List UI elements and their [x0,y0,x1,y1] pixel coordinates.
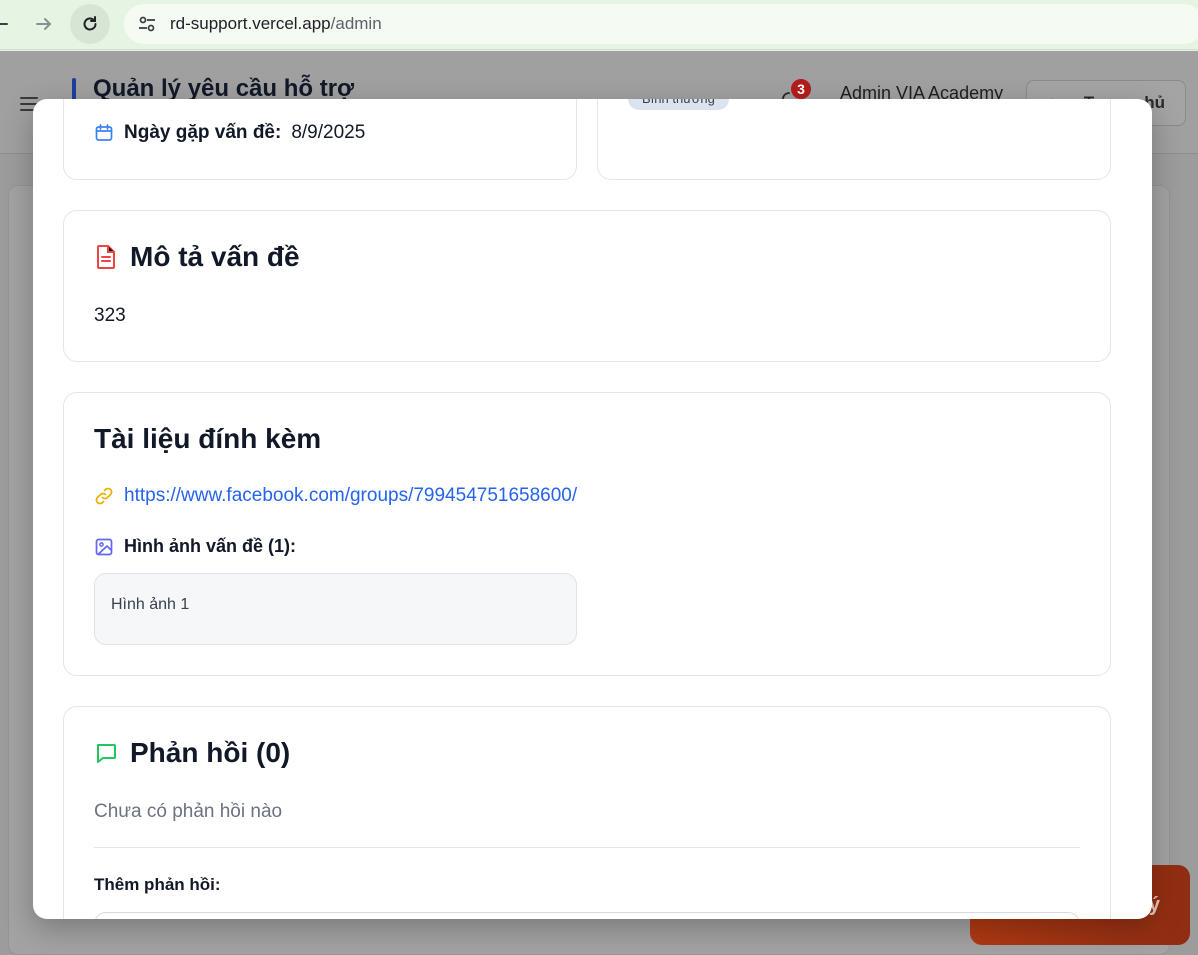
file-text-icon [97,245,115,269]
date-row: Ngày gặp vấn đề: 8/9/2025 [94,122,365,144]
priority-badge: Bình thường [628,99,729,110]
date-label: Ngày gặp vấn đề: [124,122,282,143]
replies-card: Phản hồi (0) Chưa có phản hồi nào Thêm p… [63,706,1111,919]
divider [94,847,1080,848]
url-path: /admin [330,14,382,33]
replies-empty-text: Chưa có phản hồi nào [94,801,283,822]
reply-textarea[interactable] [94,912,1080,919]
attachments-heading: Tài liệu đính kèm [94,423,322,454]
images-row: Hình ảnh vấn đề (1): [94,536,296,557]
address-bar[interactable]: rd-support.vercel.app/admin [124,4,1198,44]
replies-heading: Phản hồi (0) [94,737,290,769]
replies-heading-text: Phản hồi (0) [130,737,291,768]
attachment-link[interactable]: https://www.facebook.com/groups/79945475… [124,485,577,507]
images-label: Hình ảnh vấn đề (1): [124,536,297,556]
image-attachment-item[interactable]: Hình ảnh 1 [94,573,577,645]
reload-icon[interactable] [70,4,110,44]
site-settings-icon[interactable] [136,13,158,35]
description-text: 323 [94,305,126,326]
add-reply-label: Thêm phản hồi: [94,875,221,894]
chat-icon [96,744,116,763]
attachments-card: Tài liệu đính kèm https://www.facebook.c… [63,392,1111,676]
description-heading-text: Mô tả vấn đề [130,241,300,272]
image-icon [95,538,113,555]
description-heading: Mô tả vấn đề [94,241,300,273]
browser-toolbar: rd-support.vercel.app/admin [0,0,1198,50]
description-card: Mô tả vấn đề 323 [63,210,1111,362]
back-arrow-icon[interactable] [0,4,20,44]
url-host: rd-support.vercel.app [170,14,331,33]
date-value: 8/9/2025 [291,122,366,143]
priority-card: Bình thường [597,99,1111,180]
attachment-link-row: https://www.facebook.com/groups/79945475… [94,485,577,507]
forward-arrow-icon[interactable] [24,4,64,44]
request-detail-modal: Ngày gặp vấn đề: 8/9/2025 Bình thường Mô… [33,99,1152,919]
link-icon [95,487,113,505]
calendar-icon [95,124,113,141]
notification-badge: 3 [789,77,813,101]
date-card: Ngày gặp vấn đề: 8/9/2025 [63,99,577,180]
